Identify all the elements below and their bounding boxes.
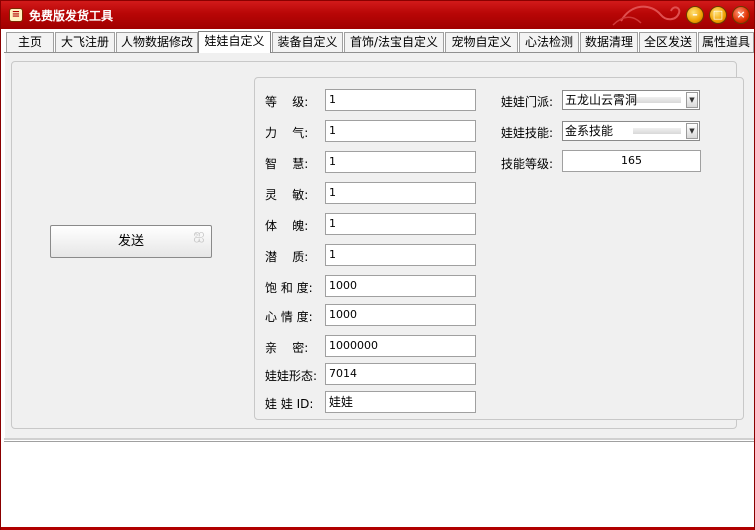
window-title: 免费版发货工具 xyxy=(29,9,114,23)
title-bar[interactable]: ≡ 免费版发货工具 – □ × xyxy=(1,1,754,29)
satiety-input[interactable]: 1000 xyxy=(325,275,476,297)
log-area[interactable] xyxy=(4,441,754,527)
tab-register[interactable]: 大飞注册 xyxy=(55,32,115,52)
potential-input[interactable]: 1 xyxy=(325,244,476,266)
doll-form-input[interactable]: 7014 xyxy=(325,363,476,385)
tab-content: 发送 ஐ 等 级: 1 力 气: 1 智 慧: 1 灵 敏: 1 体 魄: 1 … xyxy=(4,53,754,438)
swirl-icon: ஐ xyxy=(193,227,205,243)
outer-group: 发送 ஐ 等 级: 1 力 气: 1 智 慧: 1 灵 敏: 1 体 魄: 1 … xyxy=(11,61,744,429)
skill-value: 金系技能 xyxy=(565,124,614,138)
physique-input[interactable]: 1 xyxy=(325,213,476,235)
maximize-icon: □ xyxy=(712,8,724,21)
mood-input[interactable]: 1000 xyxy=(325,304,476,326)
satiety-label: 饱 和 度: xyxy=(265,281,313,295)
tab-home[interactable]: 主页 xyxy=(6,32,54,52)
doll-attributes-panel: 等 级: 1 力 气: 1 智 慧: 1 灵 敏: 1 体 魄: 1 潜 质: … xyxy=(254,77,744,420)
tab-attribute-items[interactable]: 属性道具 xyxy=(698,32,754,52)
potential-label: 潜 质: xyxy=(265,250,309,264)
intimacy-label: 亲 密: xyxy=(265,341,309,355)
chevron-down-icon[interactable]: ▼ xyxy=(686,123,698,139)
tab-strip: 主页 大飞注册 人物数据修改 娃娃自定义 装备自定义 首饰/法宝自定义 宠物自定… xyxy=(4,31,754,53)
decorative-swirl-icon xyxy=(612,5,681,26)
tab-character-data[interactable]: 人物数据修改 xyxy=(116,32,198,52)
tab-doll-custom[interactable]: 娃娃自定义 xyxy=(198,31,271,53)
tab-jewelry-custom[interactable]: 首饰/法宝自定义 xyxy=(344,32,444,52)
skill-select[interactable]: 金系技能 ▼ xyxy=(562,121,700,141)
level-label: 等 级: xyxy=(265,95,309,109)
maximize-button[interactable]: □ xyxy=(709,6,727,24)
minimize-icon: – xyxy=(692,8,698,21)
combo-stripe xyxy=(633,128,681,134)
doll-form-label: 娃娃形态: xyxy=(265,369,318,383)
strength-input[interactable]: 1 xyxy=(325,120,476,142)
tab-pet-custom[interactable]: 宠物自定义 xyxy=(445,32,518,52)
app-window: ≡ 免费版发货工具 – □ × 主页 大飞注册 人物数据修改 娃娃自定义 装备自… xyxy=(0,0,755,530)
physique-label: 体 魄: xyxy=(265,219,309,233)
level-input[interactable]: 1 xyxy=(325,89,476,111)
tab-data-cleanup[interactable]: 数据清理 xyxy=(580,32,638,52)
wisdom-input[interactable]: 1 xyxy=(325,151,476,173)
tab-equipment-custom[interactable]: 装备自定义 xyxy=(272,32,343,52)
skill-level-label: 技能等级: xyxy=(501,157,554,171)
doll-id-label: 娃 娃 ID: xyxy=(265,397,314,411)
sect-select[interactable]: 五龙山云霄洞 ▼ xyxy=(562,90,700,110)
tab-heart-check[interactable]: 心法检测 xyxy=(519,32,579,52)
agility-label: 灵 敏: xyxy=(265,188,309,202)
send-button-label: 发送 xyxy=(117,234,144,249)
send-button[interactable]: 发送 ஐ xyxy=(50,225,212,258)
wisdom-label: 智 慧: xyxy=(265,157,309,171)
combo-stripe xyxy=(633,97,681,103)
sect-label: 娃娃门派: xyxy=(501,95,554,109)
chevron-down-icon[interactable]: ▼ xyxy=(686,92,698,108)
agility-input[interactable]: 1 xyxy=(325,182,476,204)
divider xyxy=(4,438,754,440)
close-button[interactable]: × xyxy=(732,6,750,24)
sect-value: 五龙山云霄洞 xyxy=(565,93,638,107)
mood-label: 心 情 度: xyxy=(265,310,313,324)
close-icon: × xyxy=(736,8,746,21)
skill-level-input[interactable]: 165 xyxy=(562,150,701,172)
doll-id-input[interactable]: 娃娃 xyxy=(325,391,476,413)
strength-label: 力 气: xyxy=(265,126,309,140)
intimacy-input[interactable]: 1000000 xyxy=(325,335,476,357)
app-icon: ≡ xyxy=(9,8,23,22)
tab-all-server-send[interactable]: 全区发送 xyxy=(639,32,697,52)
skill-label: 娃娃技能: xyxy=(501,126,554,140)
minimize-button[interactable]: – xyxy=(686,6,704,24)
